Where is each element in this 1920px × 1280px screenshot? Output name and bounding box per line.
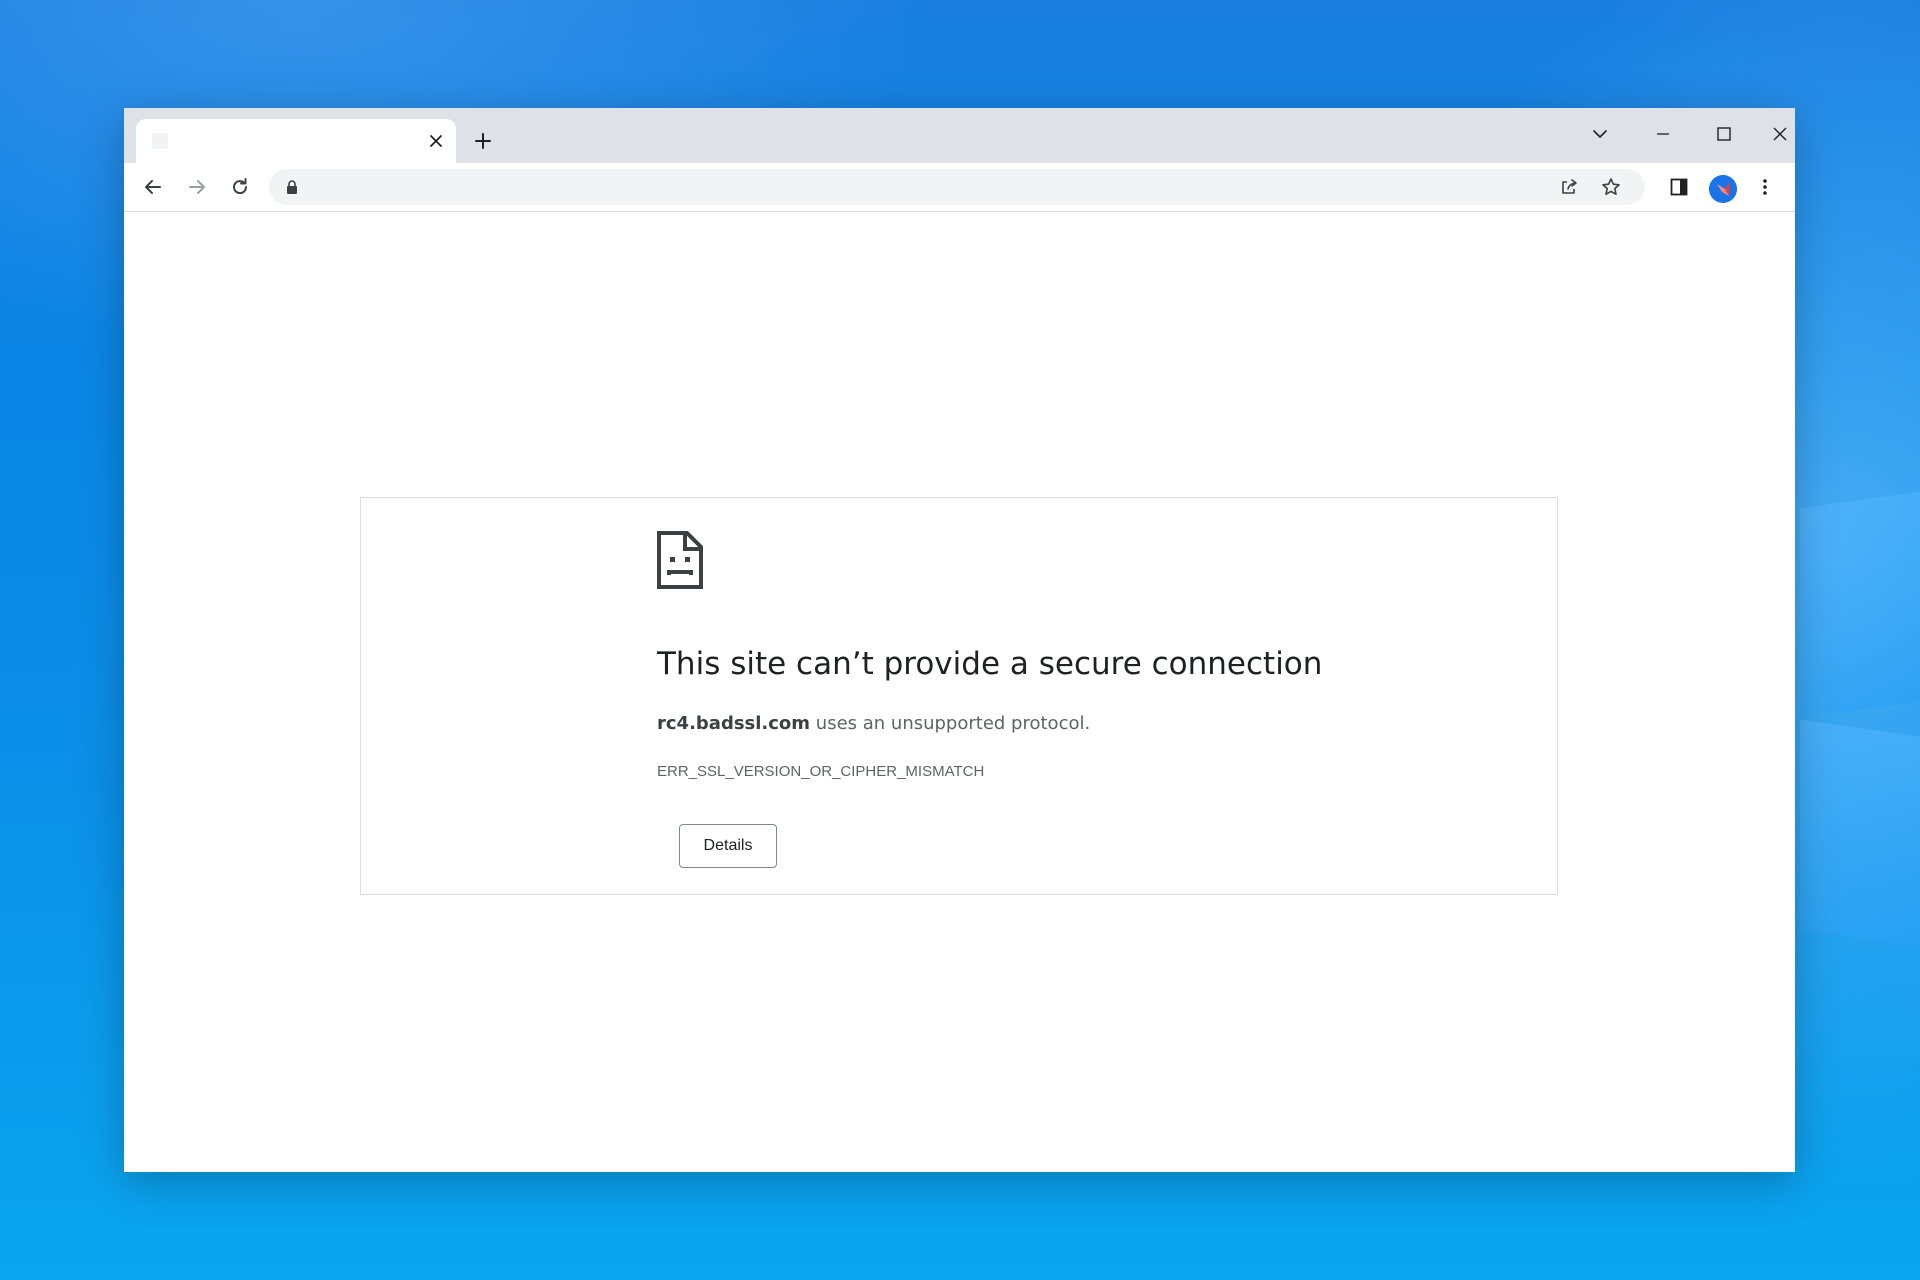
browser-window: This site can’t provide a secure connect…: [124, 108, 1795, 1172]
windows-logo-pane-top: [1800, 491, 1920, 719]
sad-document-icon: [656, 530, 704, 590]
kebab-menu-icon: [1763, 179, 1767, 195]
browser-tab[interactable]: [136, 119, 456, 163]
tab-strip: [124, 108, 1795, 163]
error-description: rc4.badssl.com uses an unsupported proto…: [657, 713, 1517, 734]
tab-search-icon: [1593, 130, 1607, 139]
close-icon: [1773, 127, 1787, 141]
bookmark-button[interactable]: [1593, 169, 1629, 205]
new-tab-button[interactable]: [467, 125, 499, 157]
error-container: [360, 497, 1558, 895]
share-button[interactable]: [1551, 169, 1587, 205]
minimize-icon: [1657, 133, 1669, 135]
address-bar[interactable]: [269, 169, 1645, 205]
reload-button[interactable]: [222, 169, 258, 205]
window-close-button[interactable]: [1765, 116, 1795, 152]
maximize-button[interactable]: [1704, 116, 1744, 152]
forward-button[interactable]: [179, 169, 215, 205]
tab-search-button[interactable]: [1580, 116, 1620, 152]
browser-toolbar: [124, 163, 1795, 212]
arrow-right-icon: [189, 180, 205, 194]
star-icon: [1602, 178, 1620, 195]
address-text: [313, 177, 1513, 197]
site-info-button[interactable]: [283, 178, 301, 196]
plus-icon: [475, 133, 491, 149]
minimize-button[interactable]: [1643, 116, 1683, 152]
arrow-left-icon: [145, 180, 161, 194]
share-icon: [1562, 179, 1577, 194]
details-button[interactable]: Details: [679, 824, 777, 868]
error-host: rc4.badssl.com: [657, 713, 811, 734]
profile-avatar-button[interactable]: [1709, 175, 1737, 203]
reload-icon: [233, 178, 248, 195]
avatar: [1709, 175, 1737, 203]
error-heading: This site can’t provide a secure connect…: [657, 646, 1323, 682]
maximize-icon: [1717, 127, 1731, 141]
menu-button[interactable]: [1747, 169, 1783, 205]
lock-icon: [287, 180, 297, 194]
tab-title: [178, 132, 378, 150]
error-description-text: uses an unsupported protocol.: [810, 713, 1091, 734]
close-icon: [430, 135, 442, 147]
tab-close-button[interactable]: [424, 129, 448, 153]
page-icon: [152, 133, 168, 149]
side-panel-icon: [1670, 178, 1688, 196]
error-code: ERR_SSL_VERSION_OR_CIPHER_MISMATCH: [657, 763, 985, 780]
back-button[interactable]: [135, 169, 171, 205]
windows-logo-pane-bottom: [1800, 719, 1920, 947]
side-panel-button[interactable]: [1661, 169, 1697, 205]
